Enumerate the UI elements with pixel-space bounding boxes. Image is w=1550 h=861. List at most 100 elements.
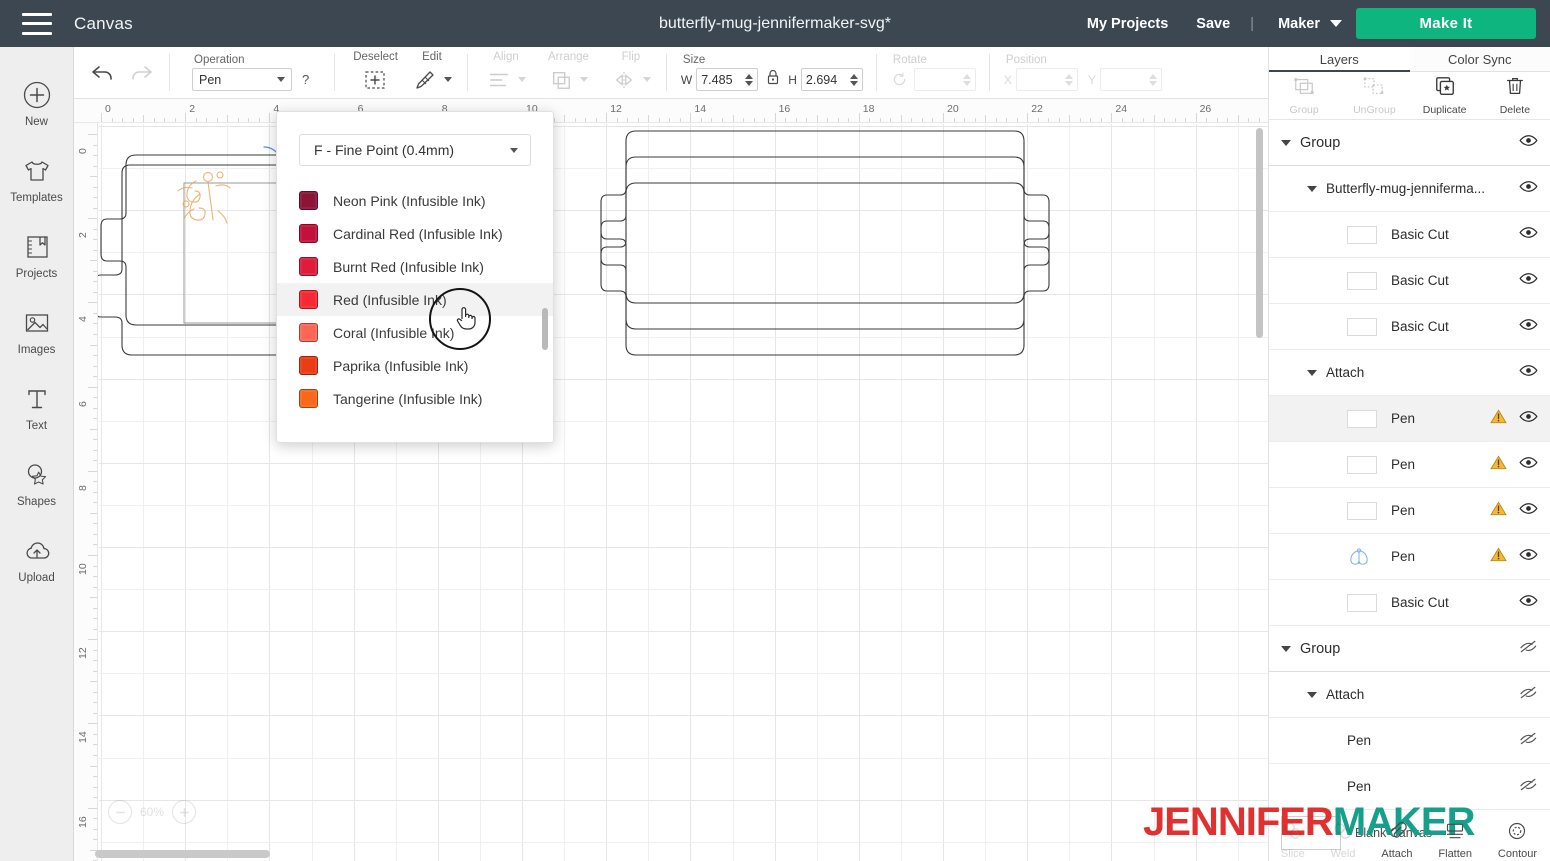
pen-color-option[interactable]: Paprika (Infusible Ink) [277,349,553,382]
eye-icon[interactable] [1519,272,1538,285]
layer-row[interactable]: Attach [1269,350,1550,396]
layer-visibility-toggle[interactable] [1519,548,1538,566]
layer-row[interactable]: Group [1269,120,1550,166]
layer-visibility-toggle[interactable] [1519,594,1538,612]
eye-icon[interactable] [1519,594,1538,607]
eye-off-icon[interactable] [1519,686,1538,699]
layer-visibility-toggle[interactable] [1519,318,1538,336]
bottom-tools-bar[interactable]: Slice Weld Attach Flatten Contour [1268,820,1550,861]
layer-row[interactable]: Basic Cut [1269,258,1550,304]
layer-visibility-toggle[interactable] [1519,732,1538,750]
warning-icon[interactable] [1490,408,1507,424]
sidebar-item-new[interactable]: New [0,65,74,141]
warning-icon[interactable] [1490,500,1507,516]
right-panel-tabs[interactable]: Layers Color Sync [1269,47,1550,72]
sidebar-item-shapes[interactable]: Shapes [0,445,74,521]
deselect-button[interactable] [360,65,390,95]
layer-visibility-toggle[interactable] [1519,180,1538,198]
pen-color-option[interactable]: Coral (Infusible Ink) [277,316,553,349]
design-canvas[interactable]: 0246810121416182022242628 0246810121416 [74,99,1268,861]
layer-visibility-toggle[interactable] [1519,686,1538,704]
undo-button[interactable] [84,54,122,92]
edit-button[interactable] [410,65,440,95]
layer-row[interactable]: Pen [1269,396,1550,442]
pen-color-option[interactable]: Burnt Red (Infusible Ink) [277,250,553,283]
dropdown-scrollbar[interactable] [542,308,548,350]
eye-icon[interactable] [1519,502,1538,515]
eye-icon[interactable] [1519,318,1538,331]
layer-visibility-toggle[interactable] [1519,226,1538,244]
eye-off-icon[interactable] [1519,732,1538,745]
zoom-in-icon[interactable] [172,800,197,824]
layer-row[interactable]: Pen [1269,718,1550,764]
warning-icon[interactable] [1490,546,1507,562]
layer-row[interactable]: Basic Cut [1269,212,1550,258]
sidebar-item-upload[interactable]: Upload [0,521,74,597]
layer-row[interactable]: Pen [1269,488,1550,534]
make-it-button[interactable]: Make It [1356,8,1536,39]
hamburger-icon[interactable] [22,12,52,35]
layer-row[interactable]: Basic Cut [1269,580,1550,626]
attach-tool-button[interactable]: Attach [1381,821,1413,860]
aspect-lock-button[interactable] [766,68,780,91]
layer-row[interactable]: Pen [1269,442,1550,488]
layer-warning[interactable] [1490,408,1507,429]
eye-icon[interactable] [1519,456,1538,469]
canvas-horizontal-scrollbar[interactable] [95,850,1255,858]
layer-row[interactable]: Pen [1269,534,1550,580]
sidebar-item-text[interactable]: Text [0,369,74,445]
tab-layers[interactable]: Layers [1269,47,1410,72]
pen-type-select[interactable]: F - Fine Point (0.4mm) [299,134,531,166]
chevron-down-icon[interactable] [1307,691,1317,698]
warning-icon[interactable] [1490,454,1507,470]
layer-warning[interactable] [1490,454,1507,475]
contour-tool-button[interactable]: Contour [1498,821,1537,860]
layer-visibility-toggle[interactable] [1519,778,1538,796]
layer-visibility-toggle[interactable] [1519,272,1538,290]
eye-icon[interactable] [1519,134,1538,147]
operation-help-button[interactable]: ? [296,72,315,87]
pen-color-option[interactable]: Red (Infusible Ink) [277,283,553,316]
eye-icon[interactable] [1519,364,1538,377]
layer-visibility-toggle[interactable] [1519,502,1538,520]
zoom-out-icon[interactable] [108,800,132,824]
zoom-control[interactable]: 60% [108,800,197,824]
my-projects-button[interactable]: My Projects [1073,16,1182,32]
pen-color-option-list[interactable]: Neon Pink (Infusible Ink) Cardinal Red (I… [277,184,553,415]
width-input[interactable]: 7.485 [696,68,759,91]
canvas-vertical-scrollbar[interactable] [1256,128,1263,338]
layers-list[interactable]: Group Butterfly-mug-jenniferma... Basic Cu… [1269,120,1550,810]
layer-visibility-toggle[interactable] [1519,364,1538,382]
layer-visibility-toggle[interactable] [1519,640,1538,658]
chevron-down-icon[interactable] [1307,185,1317,192]
chevron-down-icon[interactable] [1281,645,1291,652]
pen-color-option[interactable]: Cardinal Red (Infusible Ink) [277,217,553,250]
chevron-down-icon[interactable] [1281,139,1291,146]
layer-visibility-toggle[interactable] [1519,410,1538,428]
height-input[interactable]: 2.694 [800,68,863,91]
sidebar-item-templates[interactable]: Templates [0,141,74,217]
layer-warning[interactable] [1490,546,1507,567]
layer-row[interactable]: Group [1269,626,1550,672]
pen-color-dropdown-panel[interactable]: F - Fine Point (0.4mm) Neon Pink (Infusi… [276,111,554,443]
layer-actions-bar[interactable]: Group UnGroup Duplicate Delete [1269,72,1550,120]
chevron-down-icon[interactable] [443,77,452,82]
duplicate-button[interactable]: Duplicate [1410,72,1480,119]
layer-row[interactable]: Butterfly-mug-jenniferma... [1269,166,1550,212]
sidebar-item-images[interactable]: Images [0,293,74,369]
flatten-tool-button[interactable]: Flatten [1438,821,1472,860]
operation-select[interactable]: Pen [192,68,292,91]
eye-off-icon[interactable] [1519,640,1538,653]
layer-visibility-toggle[interactable] [1519,134,1538,152]
layer-row[interactable]: Attach [1269,672,1550,718]
eye-icon[interactable] [1519,548,1538,561]
chevron-down-icon[interactable] [1307,369,1317,376]
save-button[interactable]: Save [1182,16,1244,32]
width-stepper[interactable] [745,73,754,86]
sidebar-item-projects[interactable]: Projects [0,217,74,293]
height-stepper[interactable] [849,73,858,86]
eye-icon[interactable] [1519,226,1538,239]
eye-icon[interactable] [1519,410,1538,423]
delete-button[interactable]: Delete [1480,72,1550,119]
layer-row[interactable]: Basic Cut [1269,304,1550,350]
